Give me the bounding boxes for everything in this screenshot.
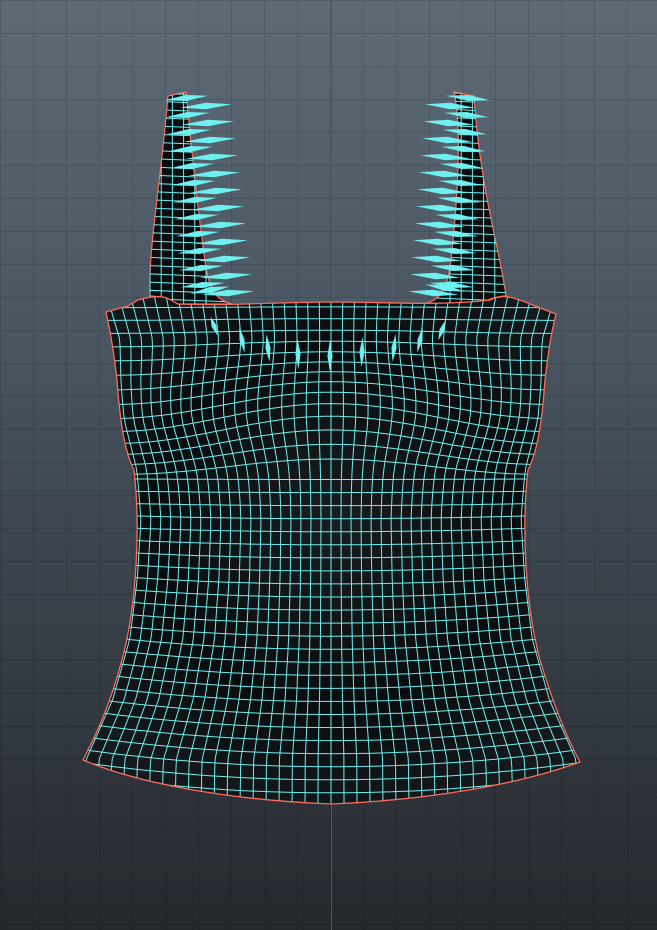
uv-pin[interactable] xyxy=(188,170,240,178)
mesh-edge xyxy=(429,108,506,113)
mesh-edge xyxy=(69,810,593,832)
uv-pin[interactable] xyxy=(198,255,250,263)
uv-pin[interactable] xyxy=(194,221,246,229)
mesh-edge xyxy=(429,124,506,130)
uv-pin[interactable] xyxy=(184,136,236,144)
mesh-scene[interactable] xyxy=(0,0,657,930)
uv-pin[interactable] xyxy=(444,112,489,118)
uv-pin[interactable] xyxy=(186,153,238,161)
uv-pin[interactable] xyxy=(443,129,487,135)
uv-pin[interactable] xyxy=(196,238,248,246)
uv-pin[interactable] xyxy=(446,95,490,101)
top-body-mesh[interactable] xyxy=(69,295,593,832)
uv-pin[interactable] xyxy=(192,204,244,212)
uv-pin[interactable] xyxy=(190,187,242,195)
viewport-canvas[interactable] xyxy=(0,0,657,930)
mesh-edge xyxy=(429,92,506,97)
